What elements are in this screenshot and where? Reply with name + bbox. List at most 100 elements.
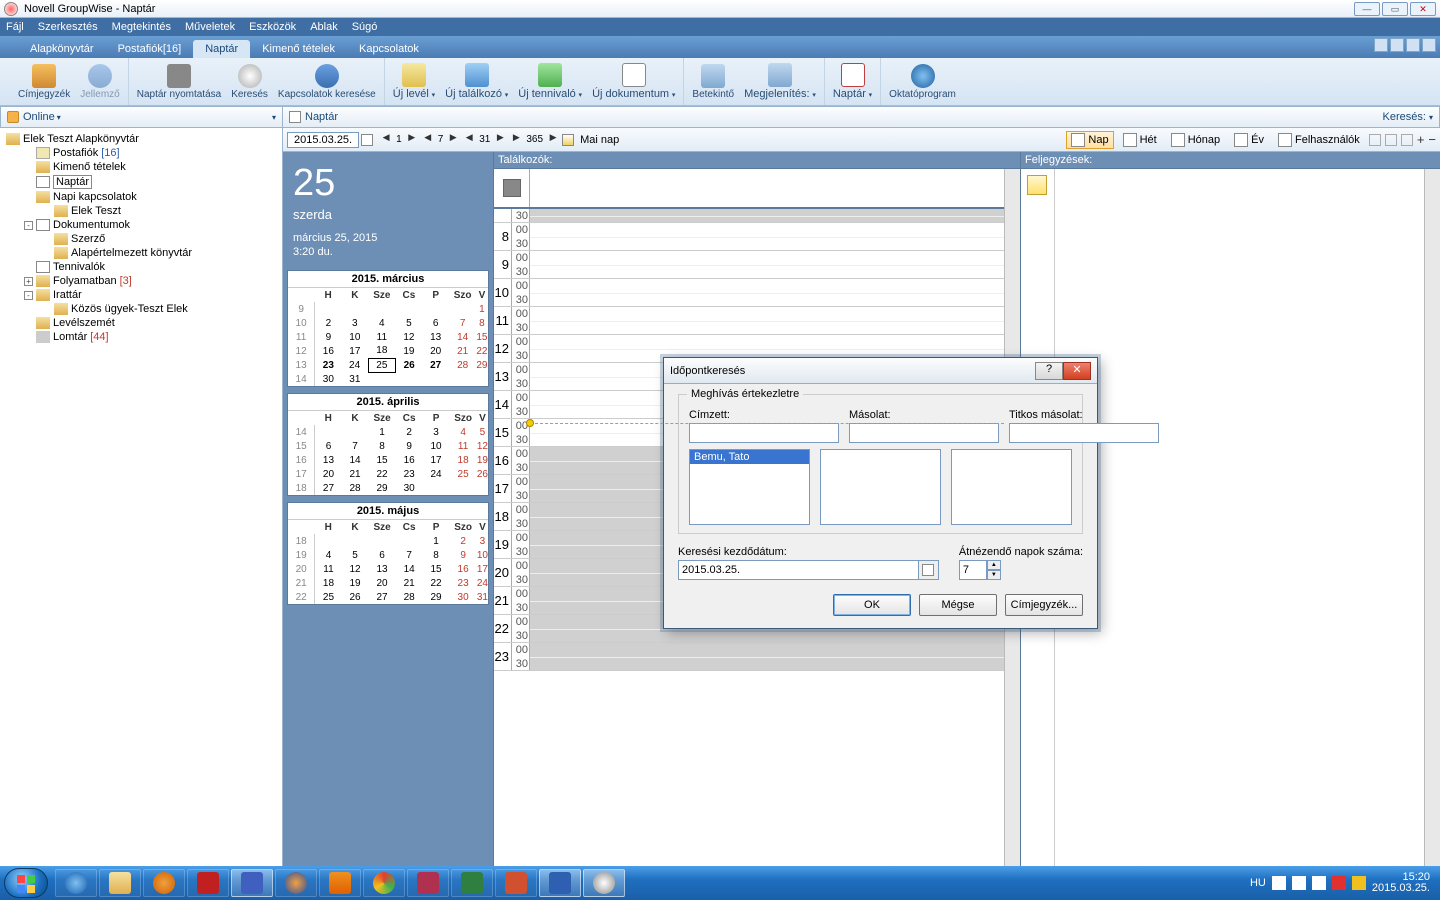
tree-node[interactable]: Naptár [2, 174, 280, 190]
menu-tools[interactable]: Eszközök [249, 21, 296, 33]
minimize-button[interactable]: — [1354, 2, 1380, 16]
option-icon[interactable] [1369, 134, 1381, 146]
next-icon[interactable]: ▶ [509, 132, 523, 148]
start-date-input[interactable] [678, 560, 919, 580]
option-icon[interactable] [1401, 134, 1413, 146]
taskbar-notepad[interactable] [231, 869, 273, 897]
new-appointment-button[interactable]: Új találkozó ▾ [445, 63, 508, 100]
mini-calendar[interactable]: 2015. márciusHKSzeCsPSzoV911023456781191… [287, 270, 489, 387]
view-week-button[interactable]: Hét [1118, 131, 1162, 149]
search-button[interactable]: Keresés [231, 64, 268, 100]
view-year-button[interactable]: Év [1229, 131, 1269, 149]
tree-node[interactable]: -Irattár [2, 288, 280, 302]
taskbar-acrobat[interactable] [187, 869, 229, 897]
tree-node[interactable]: Elek Teszt [2, 204, 280, 218]
tree-node[interactable]: Levélszemét [2, 316, 280, 330]
menu-view[interactable]: Megtekintés [112, 21, 171, 33]
bcc-input[interactable] [1009, 423, 1159, 443]
close-button[interactable]: ✕ [1410, 2, 1436, 16]
tray-lang[interactable]: HU [1250, 877, 1266, 889]
cc-input[interactable] [849, 423, 999, 443]
tab-calendar[interactable]: Naptár [193, 40, 250, 58]
menu-edit[interactable]: Szerkesztés [38, 21, 98, 33]
scrollbar[interactable] [1424, 169, 1440, 866]
tree-node[interactable]: Alapértelmezett könyvtár [2, 246, 280, 260]
view-month-button[interactable]: Hónap [1166, 131, 1225, 149]
new-document-button[interactable]: Új dokumentum ▾ [592, 63, 675, 100]
new-mail-button[interactable]: Új levél ▾ [393, 63, 435, 100]
taskbar-media[interactable] [143, 869, 185, 897]
taskbar-access[interactable] [407, 869, 449, 897]
option-icon[interactable] [1385, 134, 1397, 146]
menu-file[interactable]: Fájl [6, 21, 24, 33]
taskbar-firefox[interactable] [275, 869, 317, 897]
view-day-button[interactable]: Nap [1066, 131, 1113, 149]
tree-node[interactable]: Szerző [2, 232, 280, 246]
next-icon[interactable]: ▶ [405, 132, 419, 148]
taskbar-groupwise[interactable] [583, 869, 625, 897]
addressbook-button[interactable]: Címjegyzék... [1005, 594, 1083, 616]
next-icon[interactable]: ▶ [546, 132, 560, 148]
dialog-help-button[interactable]: ? [1035, 362, 1063, 380]
calendar-dropdown-button[interactable]: Naptár ▾ [833, 63, 872, 100]
menu-help[interactable]: Súgó [352, 21, 378, 33]
cc-list[interactable] [820, 449, 941, 525]
next-icon[interactable]: ▶ [493, 132, 507, 148]
date-picker-icon[interactable] [361, 134, 373, 146]
mini-calendar[interactable]: 2015. májusHKSzeCsPSzoV18123194567891020… [287, 502, 489, 605]
display-button[interactable]: Megjelenítés: ▾ [744, 63, 816, 100]
tray-n-icon[interactable] [1332, 876, 1346, 890]
date-picker-button[interactable] [919, 560, 939, 580]
ok-button[interactable]: OK [833, 594, 911, 616]
dialog-close-button[interactable]: ✕ [1063, 362, 1091, 380]
prev-icon[interactable]: ◀ [379, 132, 393, 148]
tree-node[interactable]: Tennivalók [2, 260, 280, 274]
panel-toggle-icon[interactable] [1390, 38, 1404, 52]
print-calendar-button[interactable]: Naptár nyomtatása [137, 64, 222, 100]
tree-node[interactable]: Kimenő tételek [2, 160, 280, 174]
tray-clock[interactable]: 15:20 2015.03.25. [1372, 872, 1430, 894]
today-button[interactable]: Mai nap [580, 134, 619, 146]
days-input[interactable] [959, 560, 987, 580]
start-button[interactable] [4, 868, 48, 898]
tree-node[interactable]: Postafiók [16] [2, 146, 280, 160]
properties-button[interactable]: Jellemző [80, 64, 119, 100]
tab-contacts[interactable]: Kapcsolatok [347, 40, 431, 58]
tree-root[interactable]: Elek Teszt Alapkönyvtár [2, 132, 280, 146]
tab-sent[interactable]: Kimenő tételek [250, 40, 347, 58]
panel-toggle-icon[interactable] [1422, 38, 1436, 52]
taskbar-powerpoint[interactable] [495, 869, 537, 897]
taskbar-explorer[interactable] [99, 869, 141, 897]
taskbar-vlc[interactable] [319, 869, 361, 897]
remove-icon[interactable]: − [1428, 132, 1436, 147]
to-list[interactable]: Bemu, Tato [689, 449, 810, 525]
cancel-button[interactable]: Mégse [919, 594, 997, 616]
tab-mailbox[interactable]: Postafiók[16] [106, 40, 194, 58]
taskbar-chrome[interactable] [363, 869, 405, 897]
next-icon[interactable]: ▶ [446, 132, 460, 148]
add-icon[interactable]: + [1417, 132, 1425, 147]
spin-down-icon[interactable]: ▼ [987, 570, 1001, 580]
tray-flag-icon[interactable] [1272, 876, 1286, 890]
tree-node[interactable]: +Folyamatban [3] [2, 274, 280, 288]
date-input[interactable]: 2015.03.25. [287, 132, 359, 148]
search-dropdown[interactable]: Keresés: ▾ [1383, 111, 1434, 123]
spin-up-icon[interactable]: ▲ [987, 560, 1001, 570]
menu-window[interactable]: Ablak [310, 21, 338, 33]
tutorial-button[interactable]: Oktatóprogram [889, 64, 956, 100]
panel-toggle-icon[interactable] [1406, 38, 1420, 52]
quickview-button[interactable]: Betekintő [692, 64, 734, 100]
tray-shield-icon[interactable] [1352, 876, 1366, 890]
menu-actions[interactable]: Műveletek [185, 21, 235, 33]
all-day-row[interactable] [494, 169, 1004, 209]
tree-node[interactable]: Lomtár [44] [2, 330, 280, 344]
panel-toggle-icon[interactable] [1374, 38, 1388, 52]
search-contacts-button[interactable]: Kapcsolatok keresése [278, 64, 376, 100]
tray-volume-icon[interactable] [1312, 876, 1326, 890]
prev-icon[interactable]: ◀ [462, 132, 476, 148]
new-task-button[interactable]: Új tennivaló ▾ [518, 63, 582, 100]
note-icon[interactable] [1027, 175, 1047, 195]
taskbar-ie[interactable] [55, 869, 97, 897]
maximize-button[interactable]: ▭ [1382, 2, 1408, 16]
tray-network-icon[interactable] [1292, 876, 1306, 890]
